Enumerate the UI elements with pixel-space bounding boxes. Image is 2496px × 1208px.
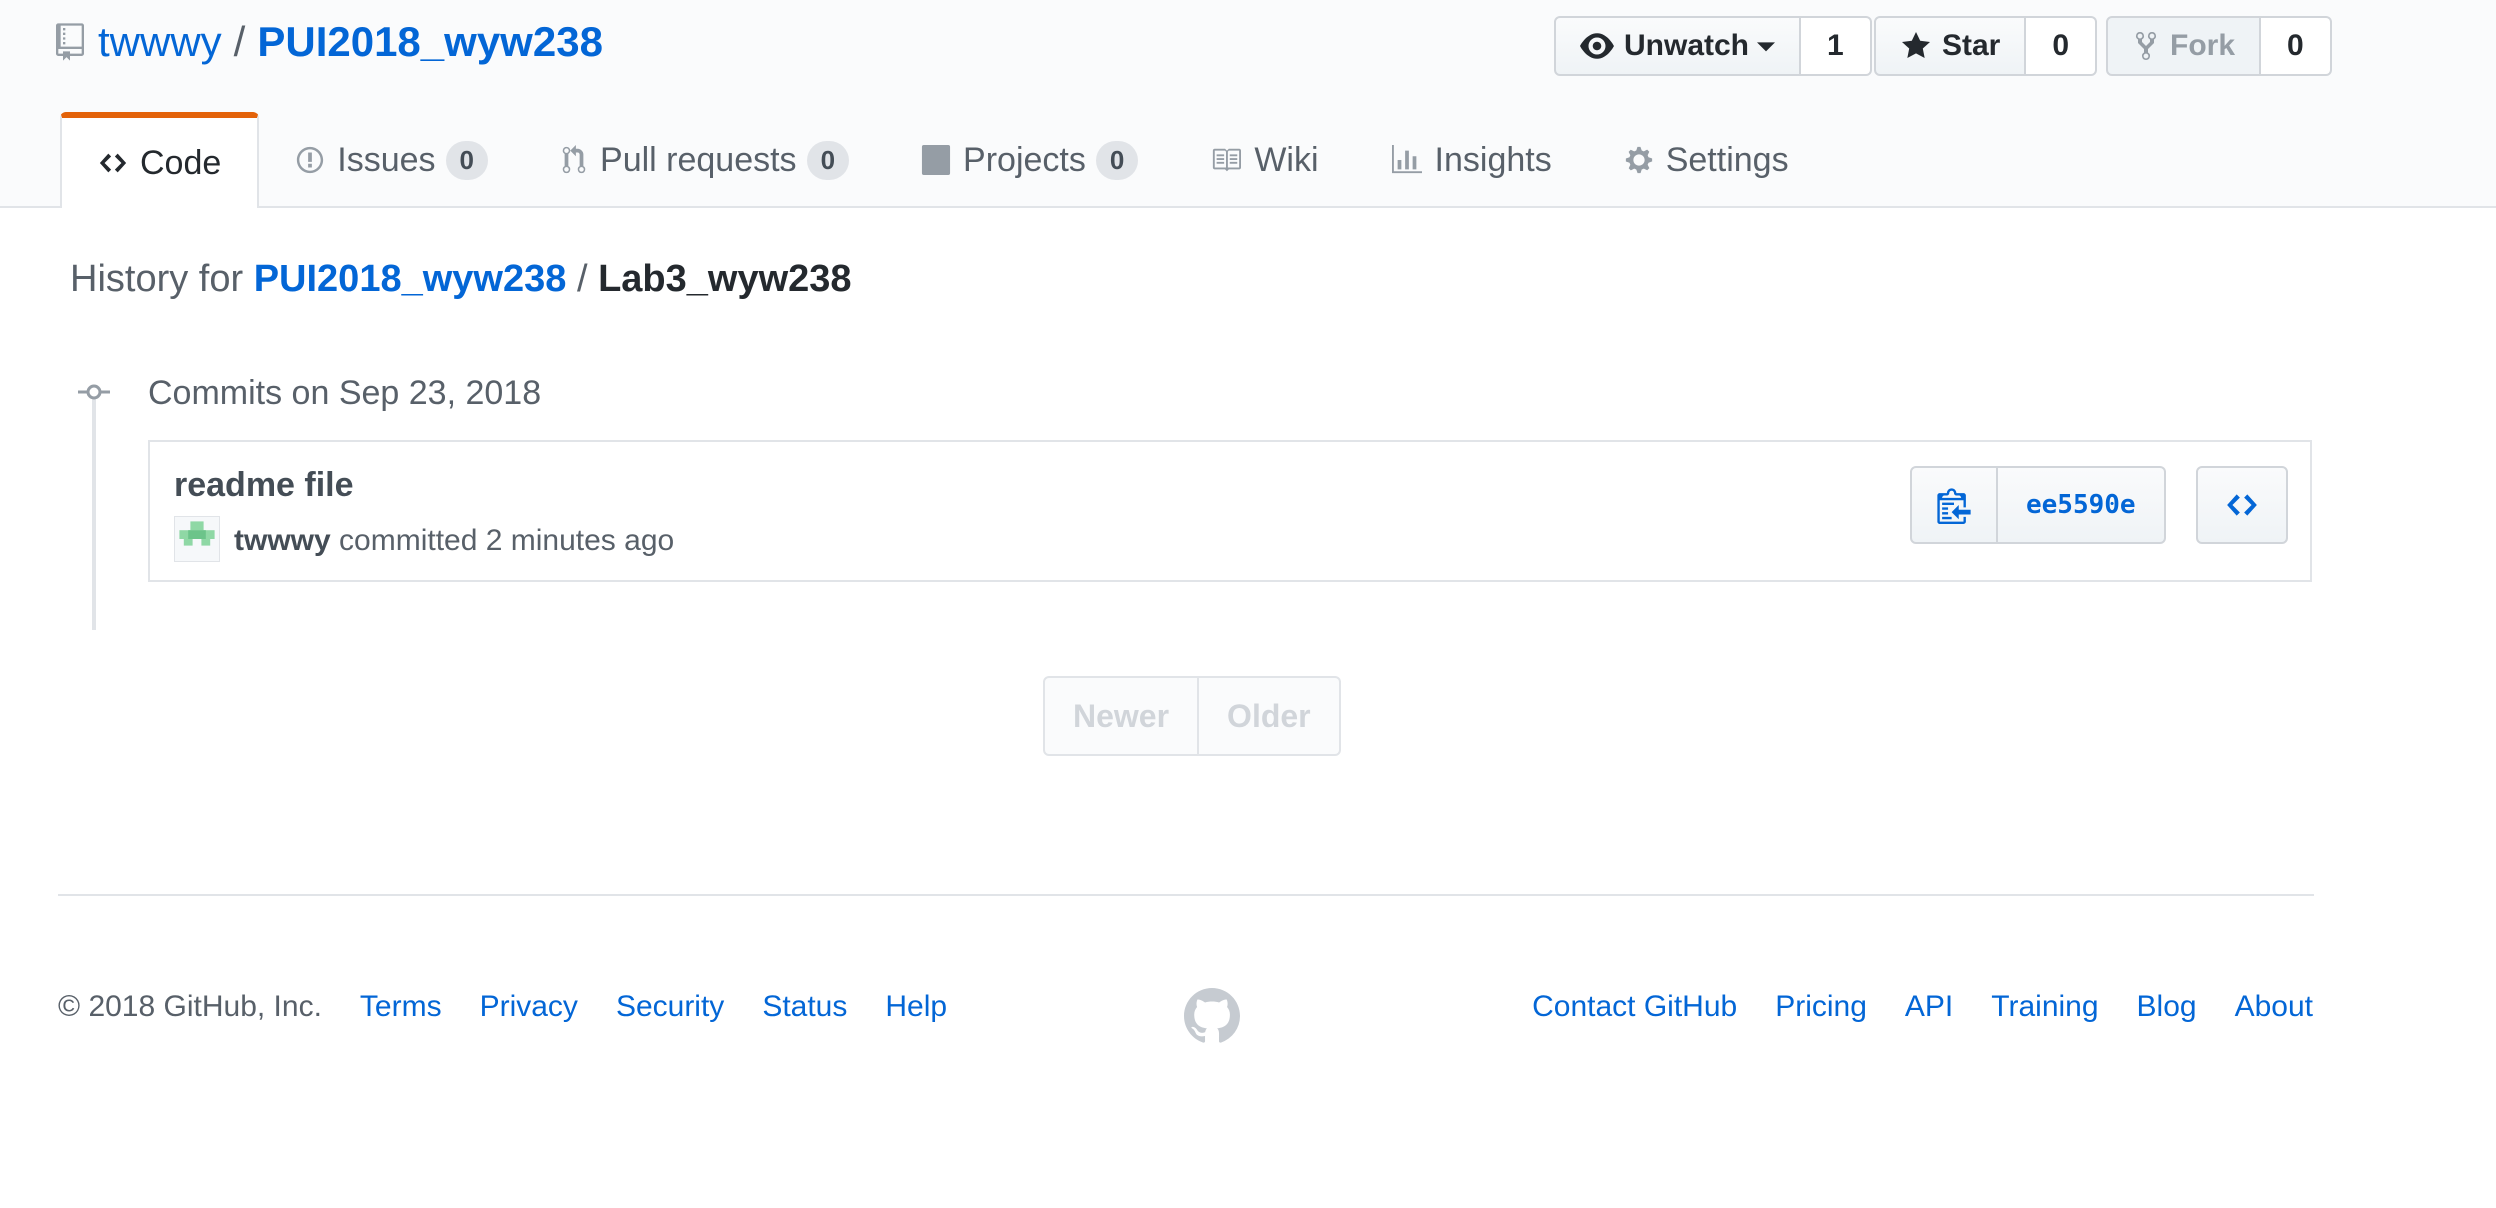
- avatar[interactable]: [174, 516, 220, 562]
- repo-owner-link[interactable]: twwwy: [98, 18, 222, 66]
- footer-link-contact[interactable]: Contact GitHub: [1532, 990, 1737, 1024]
- pagination: Newer Older: [1043, 676, 1341, 756]
- pull-requests-count-badge: 0: [806, 140, 850, 180]
- footer-right: Contact GitHub Pricing API Training Blog…: [1494, 990, 2313, 1024]
- newer-button[interactable]: Newer: [1043, 676, 1200, 756]
- repo-icon: [56, 23, 84, 61]
- issue-icon: [297, 146, 324, 174]
- footer-link-about[interactable]: About: [2235, 990, 2313, 1024]
- tab-label: Code: [140, 143, 222, 182]
- history-repo-link[interactable]: PUI2018_wyw238: [254, 258, 567, 300]
- issues-count-badge: 0: [445, 140, 489, 180]
- fork-count[interactable]: 0: [2261, 16, 2332, 76]
- code-icon: [2227, 494, 2257, 516]
- sha-group: ee5590e: [1910, 466, 2166, 544]
- footer-link-help[interactable]: Help: [885, 990, 947, 1024]
- unwatch-label: Unwatch: [1624, 29, 1750, 62]
- tab-label: Settings: [1665, 140, 1789, 179]
- fork-label: Fork: [2170, 29, 2236, 62]
- clippy-icon: [1937, 488, 1971, 524]
- footer-divider: [58, 894, 2314, 896]
- graph-icon: [1391, 145, 1422, 174]
- pull-request-icon: [562, 145, 586, 174]
- tab-wiki[interactable]: Wiki: [1174, 114, 1354, 206]
- commit-author-link[interactable]: twwwy: [234, 524, 331, 557]
- tab-settings[interactable]: Settings: [1588, 114, 1825, 206]
- star-count[interactable]: 0: [2026, 16, 2098, 76]
- code-icon: [99, 153, 127, 173]
- fork-group: Fork 0: [2106, 16, 2332, 76]
- footer-link-terms[interactable]: Terms: [360, 990, 442, 1024]
- tab-projects[interactable]: Projects 0: [885, 114, 1174, 206]
- history-file: Lab3_wyw238: [598, 258, 852, 300]
- tab-insights[interactable]: Insights: [1355, 114, 1588, 206]
- watch-count[interactable]: 1: [1801, 16, 1872, 76]
- timeline-line: [92, 386, 96, 630]
- tab-label: Wiki: [1254, 140, 1319, 179]
- repo-separator: /: [233, 18, 246, 65]
- older-button[interactable]: Older: [1199, 676, 1341, 756]
- github-mark-icon[interactable]: [1184, 988, 1240, 1044]
- star-label: Star: [1942, 29, 2001, 62]
- commit-item: readme file twwwy committed 2 minutes ag…: [148, 440, 2312, 582]
- commit-title-link[interactable]: readme file: [174, 466, 354, 505]
- book-icon: [1213, 148, 1242, 172]
- star-group: Star 0: [1874, 16, 2098, 76]
- commit-sha-link[interactable]: ee5590e: [1998, 466, 2166, 544]
- footer-left: © 2018 GitHub, Inc. Terms Privacy Securi…: [58, 990, 985, 1024]
- footer-link-privacy[interactable]: Privacy: [480, 990, 578, 1024]
- repo-title: twwwy / PUI2018_wyw238: [56, 18, 603, 66]
- gear-icon: [1625, 146, 1652, 174]
- tab-code[interactable]: Code: [60, 112, 260, 208]
- commit-meta: twwwy committed 2 minutes ago: [234, 524, 674, 558]
- tab-label: Insights: [1434, 140, 1552, 179]
- star-icon: [1902, 32, 1930, 58]
- footer-link-api[interactable]: API: [1905, 990, 1953, 1024]
- project-icon: [921, 145, 951, 175]
- tab-label: Projects: [963, 140, 1086, 179]
- tab-issues[interactable]: Issues 0: [259, 114, 524, 206]
- tab-label: Issues: [337, 140, 436, 179]
- tab-label: Pull requests: [600, 140, 797, 179]
- repo-name-link[interactable]: PUI2018_wyw238: [257, 18, 603, 66]
- footer-link-status[interactable]: Status: [762, 990, 847, 1024]
- footer-link-blog[interactable]: Blog: [2137, 990, 2197, 1024]
- copy-sha-button[interactable]: [1910, 466, 1998, 544]
- footer-link-pricing[interactable]: Pricing: [1775, 990, 1867, 1024]
- footer-copyright: © 2018 GitHub, Inc.: [58, 990, 322, 1023]
- footer-link-training[interactable]: Training: [1991, 990, 2098, 1024]
- tab-pull-requests[interactable]: Pull requests 0: [524, 114, 885, 206]
- unwatch-button[interactable]: Unwatch: [1554, 16, 1802, 76]
- git-commit-icon: [78, 384, 110, 400]
- identicon-icon: [179, 521, 215, 546]
- star-button[interactable]: Star: [1874, 16, 2027, 76]
- commit-date-heading: Commits on Sep 23, 2018: [148, 374, 542, 412]
- fork-icon: [2136, 31, 2156, 61]
- footer-link-security[interactable]: Security: [616, 990, 724, 1024]
- repo-nav-tabs: Code Issues 0 Pull requests 0 Projects 0…: [60, 112, 1825, 208]
- history-prefix: History for: [70, 258, 244, 300]
- caret-down-icon: [1757, 42, 1776, 52]
- watch-group: Unwatch 1: [1554, 16, 1872, 76]
- eye-icon: [1580, 33, 1614, 59]
- commit-time: committed 2 minutes ago: [339, 524, 675, 557]
- browse-repo-button[interactable]: [2196, 466, 2288, 544]
- projects-count-badge: 0: [1095, 140, 1139, 180]
- fork-button[interactable]: Fork: [2106, 16, 2262, 76]
- page-title: History for PUI2018_wyw238 / Lab3_wyw238: [70, 258, 852, 301]
- history-separator: /: [576, 258, 588, 300]
